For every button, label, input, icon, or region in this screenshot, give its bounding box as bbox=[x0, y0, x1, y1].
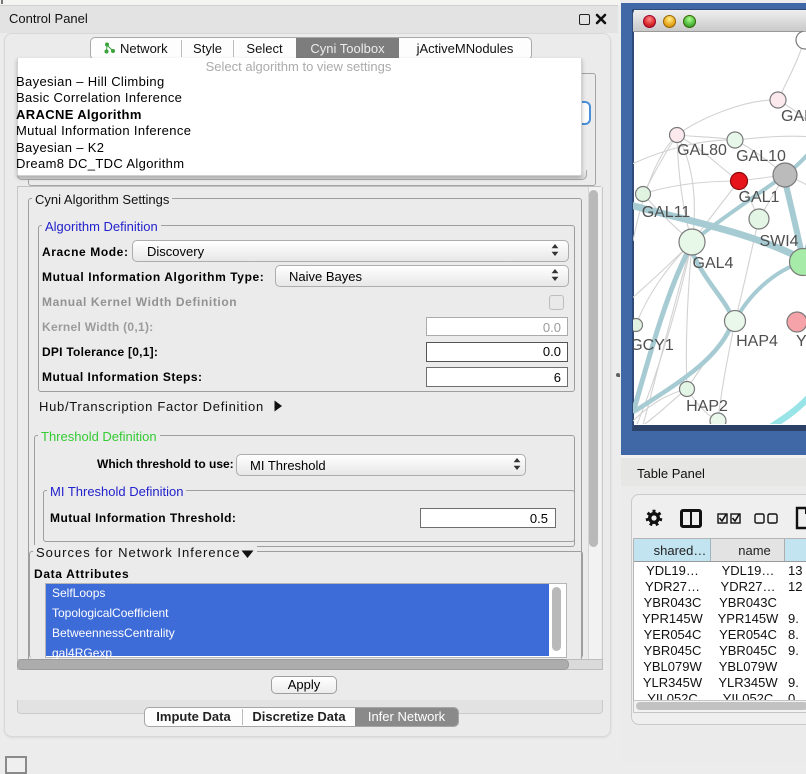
svg-text:GAL1: GAL1 bbox=[739, 189, 780, 206]
svg-text:GAL: GAL bbox=[781, 108, 806, 125]
svg-text:GAL80: GAL80 bbox=[677, 142, 727, 159]
svg-text:GAL11: GAL11 bbox=[642, 204, 691, 221]
svg-text:GAL4: GAL4 bbox=[693, 255, 734, 272]
svg-text:Y: Y bbox=[796, 333, 806, 350]
svg-text:HAP2: HAP2 bbox=[686, 398, 728, 415]
svg-text:GAL10: GAL10 bbox=[736, 148, 786, 165]
svg-text:SWI4: SWI4 bbox=[759, 233, 798, 250]
svg-text:HAP4: HAP4 bbox=[736, 333, 778, 350]
svg-text:GCY1: GCY1 bbox=[633, 337, 674, 354]
